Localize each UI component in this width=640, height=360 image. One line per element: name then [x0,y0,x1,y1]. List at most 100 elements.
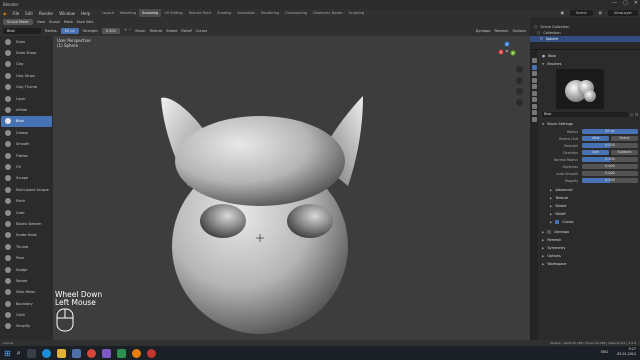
brushes-panel-header[interactable]: ▼ Brushes [542,60,638,68]
section-dyntopo[interactable]: ▶ Dyntopo [542,228,638,236]
tool-simplify[interactable]: Simplify [1,321,52,332]
strength-field[interactable]: 0.500 [101,27,120,34]
tool-draw-sharp[interactable]: Draw Sharp [1,47,52,58]
radius-unit-scene-button[interactable]: Scene [611,135,638,142]
tool-smooth[interactable]: Smooth [1,139,52,150]
tool-cloth[interactable]: Cloth [1,309,52,320]
options-menu[interactable]: Options [512,29,526,33]
maximize-button[interactable]: ▢ [623,0,628,6]
object-tab-icon[interactable] [531,103,537,109]
tool-pinch[interactable]: Pinch [1,195,52,206]
shield-icon[interactable]: ⛉ [630,113,633,117]
menu-stroke[interactable]: Stroke [166,29,177,33]
pan-hand-icon[interactable] [516,77,523,84]
section-workspace[interactable]: ▶ Workspace [542,260,638,268]
active-tool-tab-icon[interactable] [531,64,537,70]
subpanel-falloff[interactable]: ▶ Falloff [550,210,638,218]
tool-boundary[interactable]: Boundary [1,298,52,309]
tab-geometry-nodes[interactable]: Geometry Nodes [310,9,346,17]
render-tab-icon[interactable] [531,71,537,76]
auto-smooth-field[interactable]: 0.000 [582,170,638,177]
menu-falloff[interactable]: Falloff [181,29,191,33]
minimize-button[interactable]: — [612,0,617,6]
magnify-field[interactable]: 0.500 [582,177,638,184]
tool-fill[interactable]: Fill [1,161,52,172]
tool-elastic-deform[interactable]: Elastic Deform [1,218,52,229]
tab-layout[interactable]: Layout [99,9,117,17]
strength-prop-field[interactable]: 0.500 [582,142,638,149]
brush-name-field[interactable]: Blob [3,27,41,34]
app-icon[interactable] [146,348,156,358]
menu-render[interactable]: Render [36,11,56,16]
dyntopo-toggle[interactable]: Dyntopo [476,29,491,33]
store-icon[interactable] [71,348,81,358]
section-symmetry[interactable]: ▶ Symmetry [542,244,638,252]
world-tab-icon[interactable] [531,97,537,102]
view-layer-field[interactable]: ViewLayer [607,10,638,16]
tool-nudge[interactable]: Nudge [1,264,52,275]
blender-taskbar-icon[interactable] [131,348,141,358]
modifier-tab-icon[interactable] [531,110,537,115]
menu-brush[interactable]: Brush [135,29,145,33]
perspective-grid-icon[interactable] [516,99,523,106]
tool-tab-icon[interactable] [531,58,537,63]
material-tab-icon[interactable] [531,116,537,122]
tool-clay[interactable]: Clay [1,59,52,70]
tool-crease[interactable]: Crease [1,127,52,138]
add-subtract-icon[interactable]: ＋ − [124,28,132,33]
menu-mask[interactable]: Mask [64,20,73,24]
direction-add-button[interactable]: Add [582,149,609,156]
tab-scripting[interactable]: Scripting [346,9,368,17]
tab-animation[interactable]: Animation [234,9,258,17]
scene-field[interactable]: Scene [569,10,593,16]
navigation-gizmo[interactable]: Z X Y [495,38,523,67]
menu-face-sets[interactable]: Face Sets [77,20,94,24]
tab-compositing[interactable]: Compositing [282,9,310,17]
menu-view[interactable]: View [37,20,45,24]
tab-shading[interactable]: Shading [214,9,234,17]
3d-viewport[interactable]: User Perspective (1) Sphere Z X Y Wheel … [53,36,530,340]
brush-settings-header[interactable]: ▼ Brush Settings [542,120,638,128]
menu-sculpt[interactable]: Sculpt [49,20,60,24]
windows-start-icon[interactable]: ⊞ [4,349,11,358]
tool-clay-strips[interactable]: Clay Strips [1,70,52,81]
tray-date[interactable]: 05.01.2024 [617,352,636,357]
task-view-icon[interactable] [26,348,36,358]
tool-clay-thumb[interactable]: Clay Thumb [1,82,52,93]
normal-radius-field[interactable]: 0.500 [582,156,638,163]
tab-uv-editing[interactable]: UV Editing [161,9,185,17]
tool-blob[interactable]: Blob [1,115,52,128]
tool-grab[interactable]: Grab [1,207,52,218]
tool-scrape[interactable]: Scrape [1,173,52,184]
tool-draw[interactable]: Draw [1,36,52,47]
radius-unit-view-button[interactable]: View [582,135,609,142]
checkbox-icon[interactable] [547,230,552,234]
copy-icon[interactable]: ❐ [635,113,638,117]
subpanel-advanced[interactable]: ▶ Advanced [550,186,638,194]
tool-flatten[interactable]: Flatten [1,150,52,161]
search-icon[interactable]: ⌕ [17,349,21,358]
brush-preview[interactable] [556,69,604,109]
radius-field[interactable]: 85 px [60,27,79,34]
outliner-row-sphere[interactable]: ▽ Sphere [530,36,640,42]
tool-multi-plane-scrape[interactable]: Multi-plane Scrape [1,184,52,195]
tool-pose[interactable]: Pose [1,252,52,263]
brush-slot-field[interactable]: Blob [542,111,629,118]
tab-rendering[interactable]: Rendering [258,9,282,17]
tab-sculpting[interactable]: Sculpting [138,9,162,17]
tool-snake-hook[interactable]: Snake Hook [1,230,52,241]
tray-language[interactable]: ENG [601,350,608,355]
output-tab-icon[interactable] [531,77,537,83]
tool-rotate[interactable]: Rotate [1,275,52,286]
scene-tab-icon[interactable] [531,90,537,96]
app-icon[interactable] [116,348,126,358]
tool-layer[interactable]: Layer [1,93,52,104]
camera-icon[interactable] [516,88,523,95]
subpanel-texture[interactable]: ▶ Texture [550,194,638,202]
tab-texture-paint[interactable]: Texture Paint [186,9,215,17]
menu-texture[interactable]: Texture [149,29,162,33]
tool-slide-relax[interactable]: Slide Relax [1,287,52,298]
chrome-icon[interactable] [86,348,96,358]
subpanel-cursor[interactable]: ▶ Cursor [550,218,638,226]
hardness-field[interactable]: 0.000 [582,163,638,170]
